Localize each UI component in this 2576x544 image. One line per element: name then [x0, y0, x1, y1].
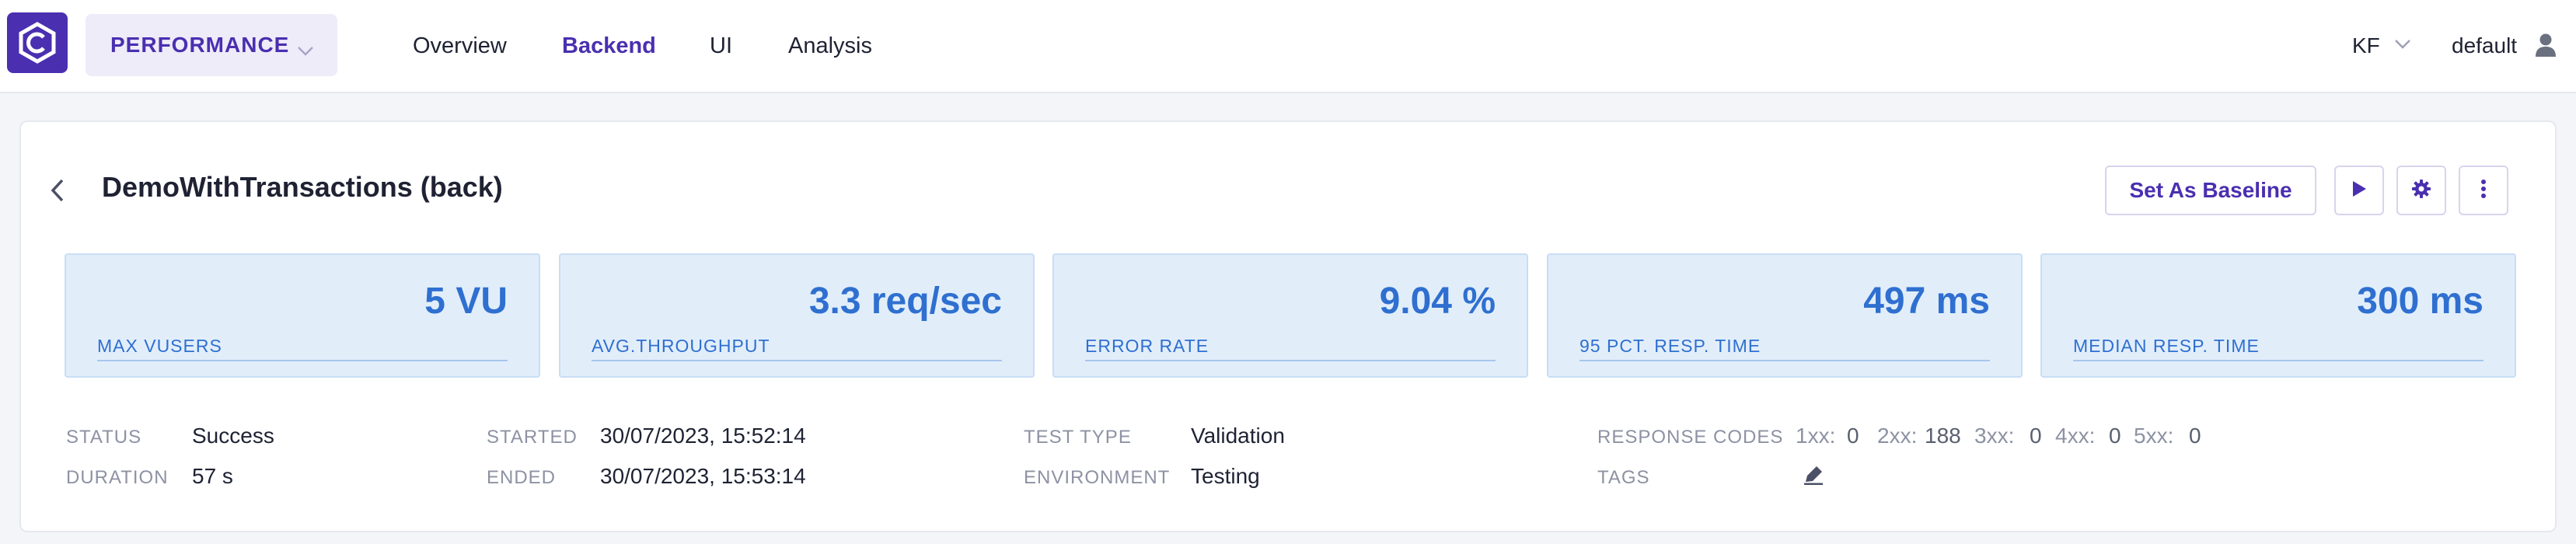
response-code-4xx-count: 0	[2109, 424, 2121, 448]
kpi-95-pct-resp-time: 497 ms 95 PCT. RESP. TIME	[1547, 253, 2023, 378]
pencil-icon[interactable]	[1802, 463, 1825, 490]
kpi-avg-throughput: 3.3 req/sec AVG.THROUGHPUT	[559, 253, 1035, 378]
user-menu[interactable]: default	[2452, 0, 2517, 92]
kpi-value: 5 VU	[424, 281, 508, 322]
chevron-down-icon[interactable]	[2394, 39, 2411, 54]
response-code-2xx-label: 2xx:	[1877, 424, 1918, 448]
response-code-2xx-count: 188	[1925, 424, 1961, 448]
response-code-4xx-label: 4xx:	[2055, 424, 2096, 448]
tags-label: TAGS	[1597, 467, 1650, 488]
project-selector[interactable]: PERFORMANCE	[86, 14, 337, 76]
settings-button[interactable]	[2396, 166, 2446, 215]
set-as-baseline-button[interactable]: Set As Baseline	[2105, 166, 2316, 215]
page-title: DemoWithTransactions (back)	[102, 171, 503, 203]
duration-value: 57 s	[192, 464, 233, 488]
test-type-label: TEST TYPE	[1024, 427, 1132, 448]
ended-value: 30/07/2023, 15:53:14	[600, 464, 806, 488]
app-logo-icon[interactable]	[7, 12, 68, 73]
run-test-button[interactable]	[2334, 166, 2384, 215]
test-type-value: Validation	[1191, 424, 1285, 448]
response-code-5xx-count: 0	[2189, 424, 2201, 448]
tab-backend[interactable]: Backend	[562, 0, 656, 92]
kpi-label: 95 PCT. RESP. TIME	[1579, 336, 1990, 361]
workspace-selector[interactable]: KF	[2352, 0, 2380, 92]
response-code-3xx-count: 0	[2030, 424, 2042, 448]
status-label: STATUS	[66, 427, 142, 448]
project-selector-label: PERFORMANCE	[110, 33, 290, 57]
more-vertical-icon	[2480, 179, 2487, 203]
kpi-label: MAX VUSERS	[97, 336, 508, 361]
play-icon	[2351, 180, 2368, 202]
environment-label: ENVIRONMENT	[1024, 467, 1171, 488]
kpi-max-vusers: 5 VU MAX VUSERS	[65, 253, 540, 378]
user-icon[interactable]	[2534, 33, 2557, 61]
tab-overview[interactable]: Overview	[413, 0, 507, 92]
kpi-label: ERROR RATE	[1085, 336, 1496, 361]
tab-ui[interactable]: UI	[710, 0, 732, 92]
response-code-1xx-label: 1xx:	[1796, 424, 1836, 448]
chevron-down-icon	[297, 37, 314, 62]
kpi-value: 300 ms	[2357, 281, 2484, 322]
status-value: Success	[192, 424, 274, 448]
chevron-left-icon[interactable]	[47, 176, 68, 209]
duration-label: DURATION	[66, 467, 169, 488]
ended-label: ENDED	[487, 467, 557, 488]
kpi-label: MEDIAN RESP. TIME	[2073, 336, 2484, 361]
started-value: 30/07/2023, 15:52:14	[600, 424, 806, 448]
kpi-value: 497 ms	[1863, 281, 1990, 322]
response-code-5xx-label: 5xx:	[2134, 424, 2174, 448]
more-options-button[interactable]	[2459, 166, 2508, 215]
response-code-3xx-label: 3xx:	[1974, 424, 2015, 448]
kpi-value: 9.04 %	[1379, 281, 1496, 322]
environment-value: Testing	[1191, 464, 1260, 488]
started-label: STARTED	[487, 427, 578, 448]
kpi-value: 3.3 req/sec	[808, 281, 1002, 322]
top-navigation-bar: PERFORMANCE Overview Backend UI Analysis…	[0, 0, 2576, 93]
kpi-error-rate: 9.04 % ERROR RATE	[1052, 253, 1528, 378]
response-code-1xx-count: 0	[1847, 424, 1859, 448]
kpi-label: AVG.THROUGHPUT	[592, 336, 1002, 361]
tab-analysis[interactable]: Analysis	[788, 0, 872, 92]
response-codes-label: RESPONSE CODES	[1597, 427, 1784, 448]
kpi-median-resp-time: 300 ms MEDIAN RESP. TIME	[2040, 253, 2516, 378]
gear-icon	[2411, 179, 2431, 203]
